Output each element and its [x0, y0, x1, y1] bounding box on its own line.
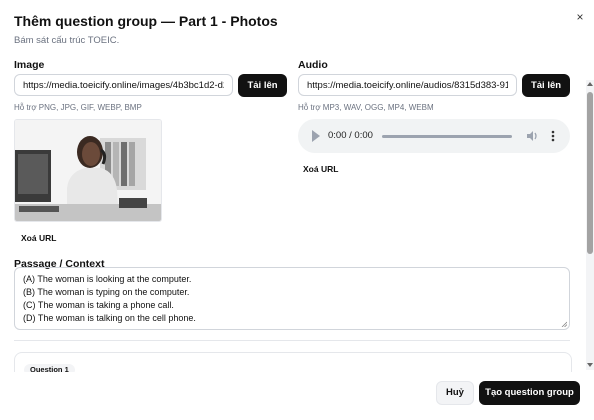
image-label: Image	[14, 59, 45, 71]
dialog-title: Thêm question group — Part 1 - Photos	[14, 13, 278, 29]
audio-remove-url-button[interactable]: Xoá URL	[303, 164, 338, 174]
play-icon[interactable]	[312, 130, 320, 142]
audio-format-hint: Hỗ trợ MP3, WAV, OGG, MP4, WEBM	[298, 103, 434, 112]
volume-icon[interactable]	[525, 129, 539, 143]
image-remove-url-button[interactable]: Xoá URL	[21, 233, 56, 243]
image-url-input[interactable]	[14, 74, 233, 96]
audio-url-input[interactable]	[298, 74, 517, 96]
passage-line: (A) The woman is looking at the computer…	[23, 274, 192, 284]
image-preview	[14, 119, 162, 222]
section-divider	[14, 340, 570, 341]
audio-upload-button[interactable]: Tải lên	[522, 74, 570, 97]
scroll-up-arrow-icon[interactable]	[587, 82, 593, 86]
close-icon[interactable]: ×	[572, 9, 588, 25]
passage-line: (B) The woman is typing on the computer.	[23, 287, 190, 297]
passage-line: (D) The woman is talking on the cell pho…	[23, 313, 196, 323]
audio-progress-slider[interactable]	[382, 135, 512, 138]
dialog-subtitle: Bám sát cấu trúc TOEIC.	[14, 35, 120, 46]
add-question-group-dialog: Thêm question group — Part 1 - Photos Bá…	[0, 0, 594, 420]
create-question-group-button[interactable]: Tạo question group	[479, 381, 580, 405]
cancel-button[interactable]: Huỷ	[436, 381, 474, 405]
audio-label: Audio	[298, 59, 328, 71]
image-upload-button[interactable]: Tải lên	[238, 74, 287, 97]
scroll-down-arrow-icon[interactable]	[587, 363, 593, 367]
image-format-hint: Hỗ trợ PNG, JPG, GIF, WEBP, BMP	[14, 103, 142, 112]
audio-time-display: 0:00 / 0:00	[328, 130, 373, 141]
woman-on-phone-at-desk-photo	[15, 120, 161, 221]
passage-line: (C) The woman is taking a phone call.	[23, 300, 174, 310]
passage-textarea[interactable]: (A) The woman is looking at the computer…	[14, 267, 570, 330]
audio-player[interactable]: 0:00 / 0:00	[298, 119, 570, 153]
more-options-icon[interactable]	[550, 129, 556, 143]
scrollbar-thumb[interactable]	[587, 92, 593, 254]
resize-handle-icon[interactable]	[561, 321, 567, 327]
